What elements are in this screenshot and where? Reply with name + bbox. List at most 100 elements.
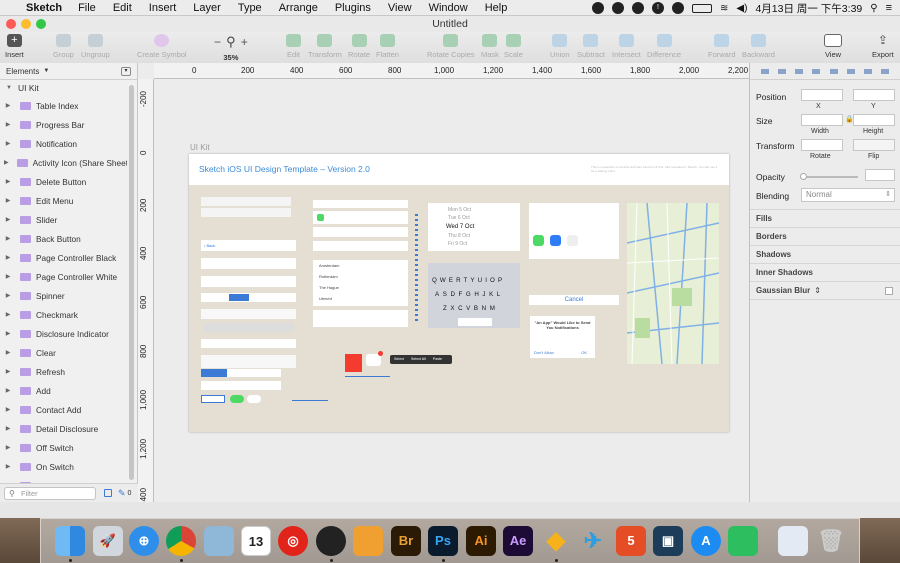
alert-sample[interactable]: "An App" Would Like to Send You Notifica… xyxy=(530,316,595,358)
layer-row[interactable]: ▶ Off Switch xyxy=(0,438,127,457)
nav-bar-sample[interactable] xyxy=(201,258,296,269)
slice-icon[interactable]: ✎ xyxy=(118,488,126,499)
clock[interactable]: 4月13日 周一 下午3:39 xyxy=(755,1,862,16)
distribute-horizontal-icon[interactable] xyxy=(812,68,821,74)
layer-row[interactable]: ▶ Add xyxy=(0,381,127,400)
minimize-button[interactable] xyxy=(21,19,31,29)
text-field-sample[interactable] xyxy=(201,381,281,390)
table-cell-sample[interactable] xyxy=(313,200,408,208)
volume-icon[interactable]: ◀) xyxy=(736,3,747,14)
disclosure-icon[interactable]: ▶ xyxy=(0,216,12,223)
close-button[interactable] xyxy=(6,19,16,29)
disclosure-icon[interactable]: ▶ xyxy=(0,311,12,318)
switch-off-sample[interactable] xyxy=(247,395,261,403)
layer-row[interactable]: ▶ Contact Add xyxy=(0,400,127,419)
segmented-control-sample[interactable] xyxy=(201,369,281,377)
disclosure-icon[interactable]: ▶ xyxy=(0,330,12,337)
disclosure-icon[interactable]: ▶ xyxy=(0,425,12,432)
edit-menu-sample[interactable]: Select Select All Paste xyxy=(390,355,452,364)
share-sheet-sample[interactable] xyxy=(529,203,619,259)
subtract-button[interactable]: Subtract xyxy=(577,34,605,59)
canvas[interactable]: 0 200 400 600 800 1,000 1,200 1,400 1,60… xyxy=(138,63,749,502)
delete-button-sample[interactable] xyxy=(345,354,362,372)
zoom-button[interactable] xyxy=(36,19,46,29)
disclosure-icon[interactable]: ▶ xyxy=(0,463,12,470)
wifi-icon[interactable]: ≋ xyxy=(720,3,728,14)
sketch-dock-icon[interactable]: ◆ xyxy=(541,526,571,556)
nav-bar-sample[interactable]: ‹ Back xyxy=(201,240,296,251)
cancel-button-sample[interactable]: Cancel xyxy=(529,295,619,305)
disclosure-icon[interactable]: ▶ xyxy=(0,444,12,451)
union-button[interactable]: Union xyxy=(550,34,570,59)
menu-window[interactable]: Window xyxy=(429,2,468,14)
layer-row[interactable]: ▶ Notification xyxy=(0,134,127,153)
downloads-icon[interactable] xyxy=(778,526,808,556)
trash-icon[interactable]: 🗑 xyxy=(816,526,846,556)
layer-row[interactable]: ▶ Delete Button xyxy=(0,172,127,191)
insert-button[interactable]: + Insert xyxy=(5,34,24,59)
mailplane-icon[interactable]: ✈ xyxy=(578,526,608,556)
distribute-vertical-icon[interactable] xyxy=(881,68,890,74)
align-top-icon[interactable] xyxy=(829,68,838,74)
notification-badge-sample[interactable] xyxy=(366,351,383,366)
netease-music-icon[interactable]: ◎ xyxy=(278,526,308,556)
layer-row[interactable]: ▶ Page Controller White xyxy=(0,267,127,286)
transform-button[interactable]: Transform xyxy=(308,34,342,59)
app-store-icon[interactable]: A xyxy=(691,526,721,556)
height-field[interactable] xyxy=(853,114,895,126)
slider-sample[interactable] xyxy=(292,400,328,401)
menu-file[interactable]: File xyxy=(78,2,96,14)
artboard[interactable]: Sketch iOS UI Design Template – Version … xyxy=(189,154,729,432)
info-icon[interactable]: ! xyxy=(652,2,665,14)
table-cell-sample[interactable] xyxy=(313,227,408,237)
vertical-ruler[interactable]: -200 0 200 400 600 800 1,000 1,200 1,400 xyxy=(138,79,154,502)
menu-plugins[interactable]: Plugins xyxy=(335,2,371,14)
disclosure-icon[interactable]: ▶ xyxy=(0,406,12,413)
layer-row[interactable]: ▶ Progress Bar xyxy=(0,115,127,134)
bridge-icon[interactable]: Br xyxy=(391,526,421,556)
battery-icon[interactable] xyxy=(692,3,713,13)
layer-row[interactable]: ▶ Clear xyxy=(0,343,127,362)
menu-edit[interactable]: Edit xyxy=(113,2,132,14)
spotlight-icon[interactable]: ⚲ xyxy=(870,3,877,14)
rotate-button[interactable]: Rotate xyxy=(348,34,370,59)
page-selector[interactable]: Elements ▼ ▾ xyxy=(0,63,137,80)
chrome-icon[interactable] xyxy=(166,526,196,556)
align-bottom-icon[interactable] xyxy=(864,68,873,74)
export-button[interactable]: ⇪ Export xyxy=(872,34,894,60)
scale-button[interactable]: Scale xyxy=(504,34,523,59)
launchpad-icon[interactable]: 🚀 xyxy=(93,526,123,556)
status-bar-sample[interactable] xyxy=(201,208,291,217)
menu-type[interactable]: Type xyxy=(238,2,262,14)
menu-view[interactable]: View xyxy=(388,2,412,14)
layer-row[interactable]: ▶ Activity Icon (Share Sheet) xyxy=(0,153,127,172)
artboard-label[interactable]: UI Kit xyxy=(190,143,210,152)
layer-row[interactable]: ▶ Slider xyxy=(0,210,127,229)
disclosure-open-icon[interactable]: ▼ xyxy=(6,85,12,91)
tab-bar-sample[interactable] xyxy=(201,355,296,368)
keyboard-sample[interactable]: QWERTYUIOP ASDFGHJKL ZXCVBNM xyxy=(428,263,520,328)
layer-row[interactable]: ▶ Page Controller Black xyxy=(0,248,127,267)
disclosure-icon[interactable]: ▶ xyxy=(0,368,12,375)
width-field[interactable] xyxy=(801,114,843,126)
backward-button[interactable]: Backward xyxy=(742,34,775,59)
menu-layer[interactable]: Layer xyxy=(193,2,221,14)
flatten-button[interactable]: Flatten xyxy=(376,34,399,59)
disclosure-icon[interactable]: ▶ xyxy=(0,254,12,261)
disclosure-icon[interactable]: ▶ xyxy=(0,121,12,128)
search-bar-sample[interactable] xyxy=(201,309,296,319)
notification-center-icon[interactable]: ≡ xyxy=(886,2,892,14)
difference-button[interactable]: Difference xyxy=(647,34,681,59)
fills-section[interactable]: Fills xyxy=(750,209,900,227)
message-cell-sample[interactable] xyxy=(313,310,408,327)
time-machine-icon[interactable] xyxy=(672,2,685,14)
disclosure-icon[interactable]: ▶ xyxy=(0,387,12,394)
group-button[interactable]: Group xyxy=(53,34,74,59)
menu-insert[interactable]: Insert xyxy=(149,2,177,14)
qq-icon[interactable] xyxy=(316,526,346,556)
wechat-icon[interactable] xyxy=(592,2,605,14)
qq-status-icon[interactable] xyxy=(612,2,625,14)
page-row[interactable]: ▼ UI Kit xyxy=(0,80,137,96)
finder-icon[interactable] xyxy=(55,526,85,556)
segmented-control-sample[interactable] xyxy=(201,293,296,302)
